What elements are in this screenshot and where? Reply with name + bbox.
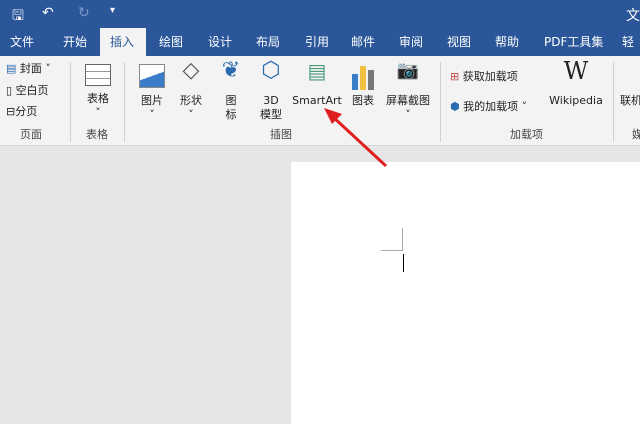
annotation-arrow <box>324 108 388 168</box>
